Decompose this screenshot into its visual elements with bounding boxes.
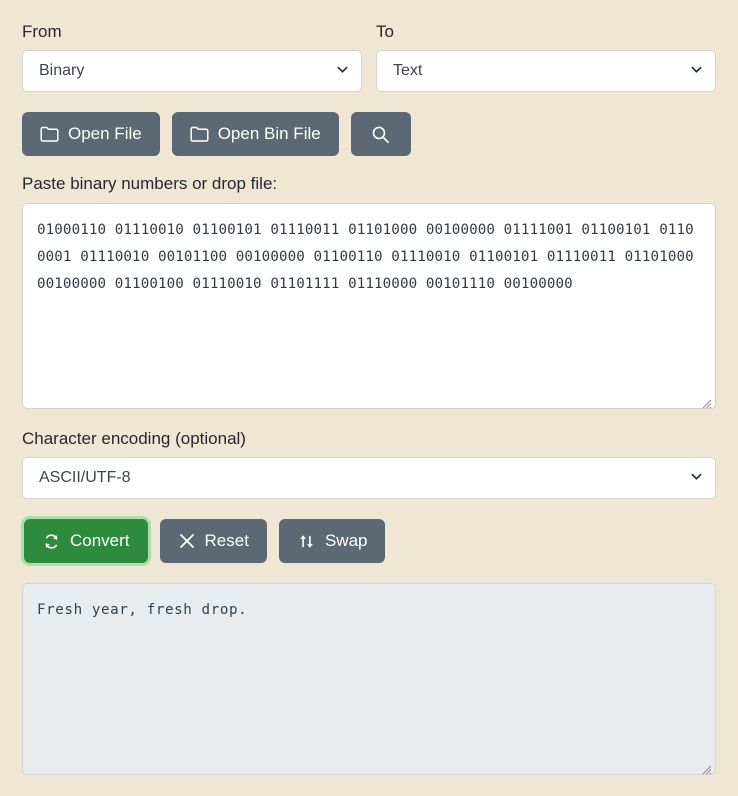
search-button[interactable] (351, 112, 411, 156)
to-select[interactable]: Text (376, 50, 716, 92)
reset-label: Reset (205, 531, 249, 551)
input-field-group: Paste binary numbers or drop file: 01000… (22, 174, 716, 408)
convert-label: Convert (70, 531, 130, 551)
chevron-down-icon (691, 64, 702, 75)
chevron-down-icon (691, 471, 702, 482)
from-field-group: From Binary (22, 22, 362, 92)
search-icon (371, 125, 390, 144)
convert-button[interactable]: Convert (24, 519, 148, 563)
swap-label: Swap (325, 531, 368, 551)
refresh-icon (42, 532, 61, 551)
resize-grip-icon (699, 758, 712, 771)
to-select-value: Text (393, 62, 422, 80)
encoding-field-group: Character encoding (optional) ASCII/UTF-… (22, 429, 716, 499)
resize-grip-icon (699, 392, 712, 405)
text-output-textarea[interactable]: Fresh year, fresh drop. (22, 583, 716, 775)
file-actions-row: Open File Open Bin File (22, 112, 716, 156)
from-select[interactable]: Binary (22, 50, 362, 92)
to-label: To (376, 22, 716, 42)
input-label: Paste binary numbers or drop file: (22, 174, 716, 194)
binary-input-textarea[interactable]: 01000110 01110010 01100101 01110011 0110… (22, 203, 716, 409)
from-select-value: Binary (39, 62, 84, 80)
to-field-group: To Text (376, 22, 716, 92)
open-bin-file-button[interactable]: Open Bin File (172, 112, 339, 156)
conversion-direction-row: From Binary To Text (22, 22, 716, 92)
binary-converter-page: From Binary To Text (0, 0, 738, 796)
open-file-button[interactable]: Open File (22, 112, 160, 156)
close-icon (178, 532, 196, 550)
chevron-down-icon (337, 64, 348, 75)
open-bin-file-label: Open Bin File (218, 124, 321, 144)
swap-vertical-icon (297, 532, 316, 551)
reset-button[interactable]: Reset (160, 519, 267, 563)
encoding-select[interactable]: ASCII/UTF-8 (22, 457, 716, 499)
folder-icon (190, 126, 209, 142)
encoding-label: Character encoding (optional) (22, 429, 716, 449)
swap-button[interactable]: Swap (279, 519, 386, 563)
from-label: From (22, 22, 362, 42)
folder-icon (40, 126, 59, 142)
encoding-select-value: ASCII/UTF-8 (39, 469, 131, 487)
action-buttons-row: Convert Reset Swap (22, 519, 716, 563)
open-file-label: Open File (68, 124, 142, 144)
